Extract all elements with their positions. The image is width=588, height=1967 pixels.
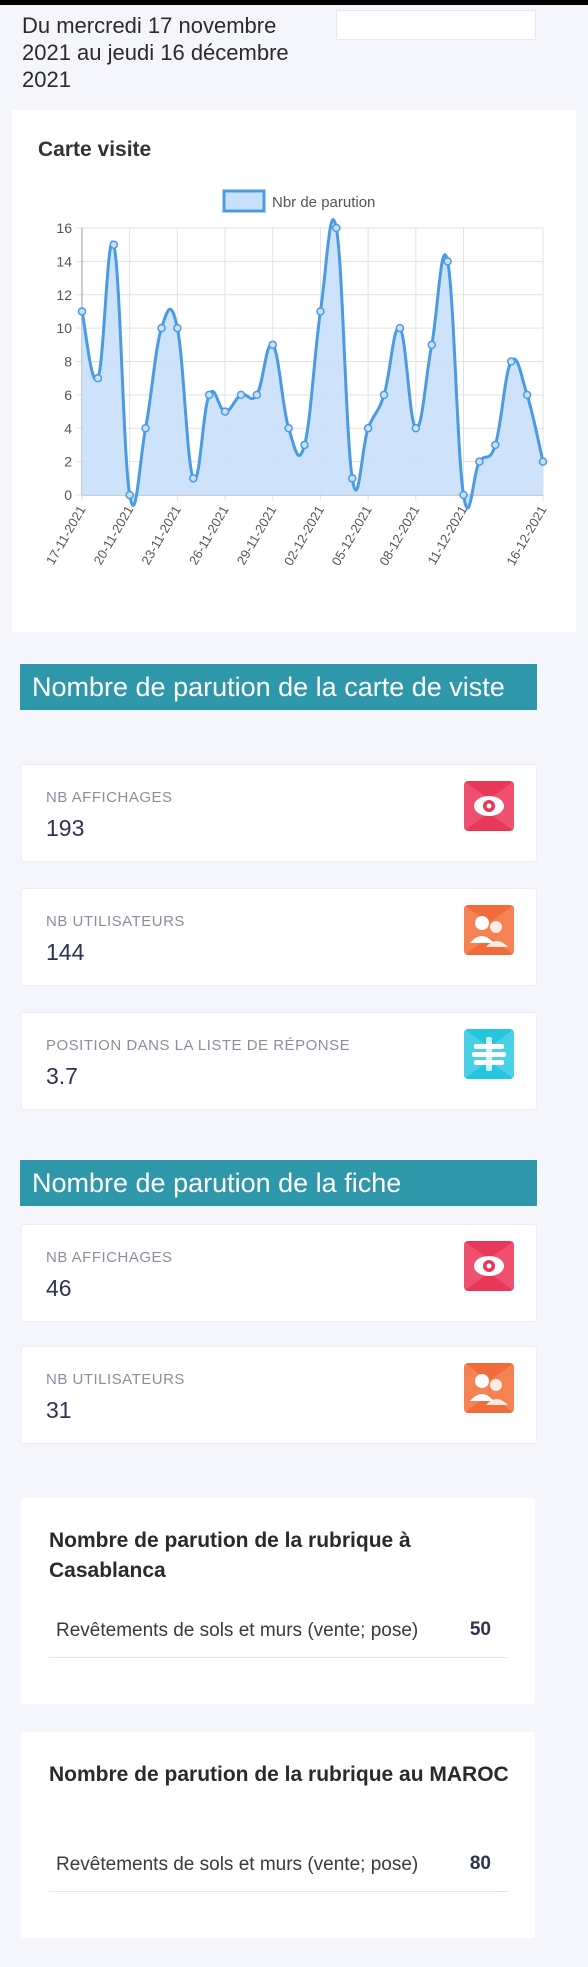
- section-header-fiche: Nombre de parution de la fiche: [20, 1160, 537, 1206]
- rubrique-casablanca-card: Nombre de parution de la rubrique à Casa…: [21, 1498, 535, 1704]
- data-point: [395, 323, 405, 333]
- stat-card-utilisateurs: NB UTILISATEURS 144: [21, 888, 537, 986]
- y-tick-label: 12: [56, 287, 72, 303]
- users-icon: [464, 1363, 514, 1413]
- data-point: [284, 424, 293, 433]
- data-point: [475, 457, 484, 466]
- x-tick-label: 29-11-2021: [234, 503, 280, 567]
- data-point: [491, 440, 500, 450]
- rubrique-value: 80: [469, 1853, 491, 1874]
- y-tick-label: 16: [56, 220, 72, 236]
- rubrique-title: Nombre de parution de la rubrique à Casa…: [49, 1529, 411, 1582]
- rubrique-value: 50: [469, 1619, 491, 1640]
- data-point: [538, 457, 548, 466]
- stat-value: 193: [46, 815, 85, 841]
- data-point: [506, 357, 516, 366]
- data-point: [157, 323, 166, 333]
- data-point: [204, 390, 214, 400]
- stat-label: NB UTILISATEURS: [46, 1371, 185, 1388]
- data-point: [347, 474, 357, 483]
- data-point: [189, 474, 198, 483]
- stat-label: NB UTILISATEURS: [46, 913, 185, 930]
- x-tick-label: 17-11-2021: [43, 503, 89, 567]
- rubrique-maroc-card: Nombre de parution de la rubrique au MAR…: [21, 1732, 535, 1938]
- section-header-carte: Nombre de parution de la carte de viste: [20, 664, 537, 710]
- data-point: [316, 307, 325, 316]
- eye-icon: [464, 781, 514, 831]
- stat-label: POSITION DANS LA LISTE DE RÉPONSE: [46, 1037, 351, 1054]
- data-point: [109, 240, 119, 249]
- data-point: [363, 424, 373, 433]
- status-bar: [0, 0, 588, 5]
- rubrique-name: Revêtements de sols et murs (vente; pose…: [56, 1620, 419, 1641]
- series-area: [82, 219, 543, 509]
- data-point: [220, 407, 230, 416]
- data-point: [379, 390, 389, 400]
- data-point: [332, 223, 341, 233]
- stat-card-affichages: NB AFFICHAGES 193: [21, 764, 537, 862]
- data-point: [236, 390, 246, 400]
- date-range-picker[interactable]: [336, 10, 536, 40]
- stat-value: 31: [46, 1397, 72, 1423]
- data-point: [141, 424, 150, 433]
- stat-label: NB AFFICHAGES: [46, 789, 173, 806]
- stat-card-position: POSITION DANS LA LISTE DE RÉPONSE 3.7: [21, 1012, 537, 1110]
- y-tick-label: 2: [64, 454, 72, 470]
- stat-card-affichages-fiche: NB AFFICHAGES 46: [21, 1224, 537, 1322]
- x-tick-label: 08-12-2021: [376, 503, 422, 568]
- data-point: [77, 307, 87, 316]
- y-tick-label: 4: [64, 420, 72, 436]
- data-point: [411, 424, 421, 433]
- data-point: [252, 390, 262, 400]
- data-point: [125, 490, 134, 500]
- rubrique-name: Revêtements de sols et murs (vente; pose…: [56, 1854, 419, 1875]
- chart-card: Carte visite 0 2 4 6 8 10 12 14 16 17-11-2021 20-1…: [12, 110, 576, 632]
- stat-value: 46: [46, 1275, 72, 1301]
- data-point: [268, 340, 278, 350]
- legend-label: Nbr de parution: [272, 194, 375, 211]
- x-tick-label: 11-12-2021: [424, 503, 470, 567]
- y-tick-label: 6: [64, 387, 72, 403]
- x-tick-label: 02-12-2021: [281, 503, 327, 568]
- rubrique-title: Nombre de parution de la rubrique au MAR…: [49, 1763, 509, 1786]
- stat-value: 144: [46, 939, 85, 965]
- x-tick-label: 26-11-2021: [186, 503, 232, 567]
- data-point: [427, 340, 436, 350]
- x-tick-label: 23-11-2021: [138, 503, 184, 567]
- legend-swatch: [222, 189, 266, 213]
- y-tick-label: 0: [64, 487, 72, 503]
- date-range-text: Du mercredi 17 novembre 2021 au jeudi 16…: [22, 13, 289, 92]
- data-point: [443, 257, 452, 266]
- x-tick-label: 20-11-2021: [91, 503, 137, 567]
- data-point: [93, 373, 103, 383]
- stat-card-utilisateurs-fiche: NB UTILISATEURS 31: [21, 1346, 537, 1444]
- y-tick-label: 10: [56, 320, 72, 336]
- data-point: [522, 390, 532, 400]
- data-point: [459, 490, 468, 500]
- y-tick-label: 8: [64, 354, 72, 370]
- y-tick-label: 14: [56, 253, 72, 269]
- list-position-icon: [464, 1029, 514, 1079]
- rubrique-row: Revêtements de sols et murs (vente; pose…: [49, 1608, 507, 1658]
- rubrique-row: Revêtements de sols et murs (vente; pose…: [49, 1842, 507, 1892]
- x-tick-label: 05-12-2021: [328, 503, 374, 568]
- data-point: [173, 323, 182, 333]
- stat-label: NB AFFICHAGES: [46, 1249, 173, 1266]
- data-point: [300, 440, 309, 450]
- stat-value: 3.7: [46, 1063, 78, 1089]
- users-icon: [464, 905, 514, 955]
- eye-icon: [464, 1241, 514, 1291]
- x-tick-label: 16-12-2021: [503, 503, 549, 568]
- line-chart: 0 2 4 6 8 10 12 14 16 17-11-2021 20-11-2021 23-11-2…: [43, 189, 550, 568]
